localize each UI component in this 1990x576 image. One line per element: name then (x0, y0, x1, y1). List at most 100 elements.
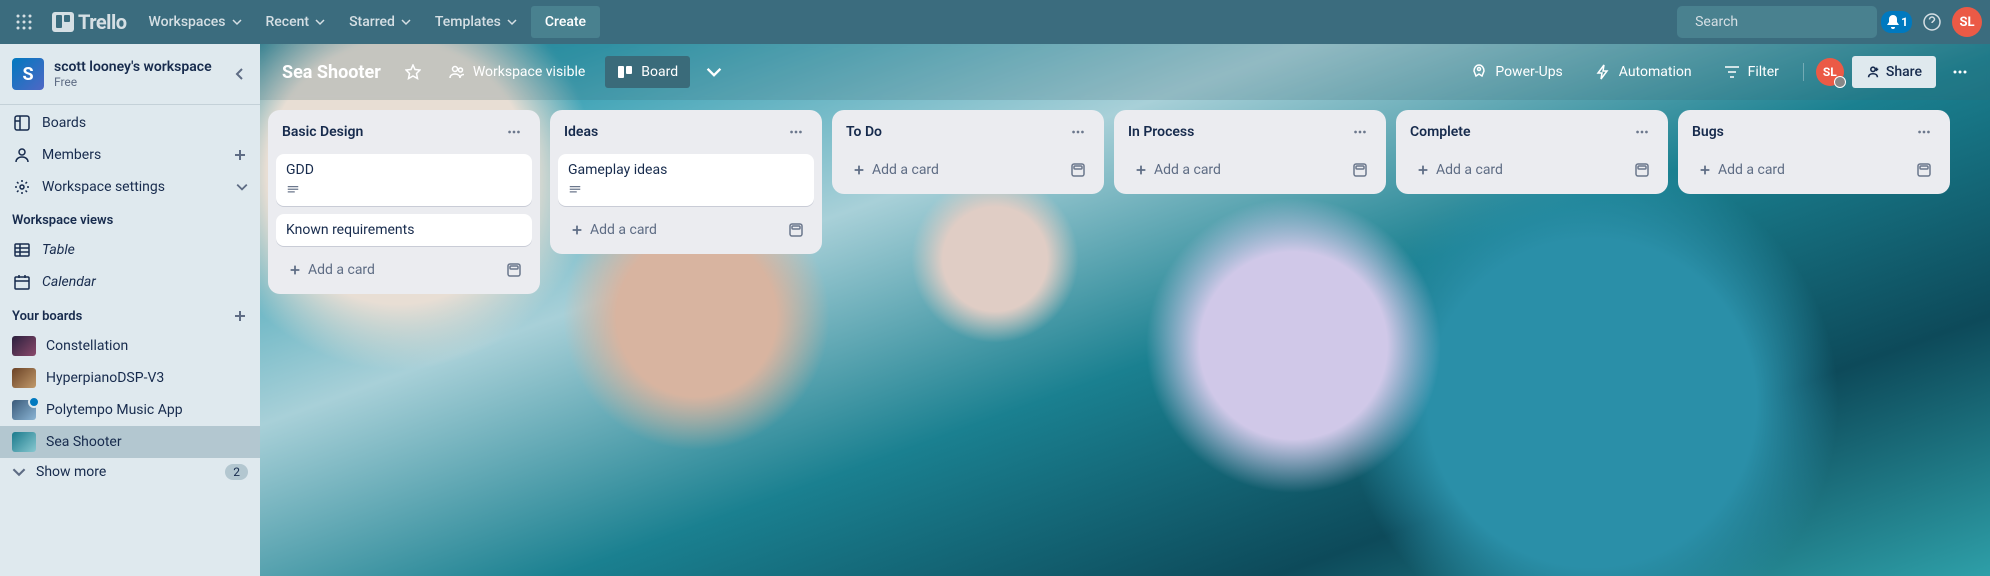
card-template-button[interactable] (1066, 158, 1090, 182)
add-board-button[interactable] (232, 308, 248, 324)
list-menu-button[interactable] (502, 120, 526, 144)
user-avatar[interactable]: SL (1952, 7, 1982, 37)
card-template-button[interactable] (1912, 158, 1936, 182)
chevron-down-icon (12, 465, 26, 479)
create-label: Create (545, 14, 586, 30)
list-title[interactable]: To Do (846, 124, 882, 140)
share-button[interactable]: Share (1852, 56, 1936, 88)
power-ups-button[interactable]: Power-Ups (1459, 56, 1574, 88)
list-menu-button[interactable] (1348, 120, 1372, 144)
sidebar-item-members[interactable]: Members (0, 139, 260, 171)
card-template-button[interactable] (1630, 158, 1654, 182)
board-menu-button[interactable] (1944, 56, 1976, 88)
nav-recent[interactable]: Recent (256, 6, 336, 38)
list-title[interactable]: Basic Design (282, 124, 363, 140)
list-menu-button[interactable] (1630, 120, 1654, 144)
sidebar-view-calendar[interactable]: Calendar (0, 266, 260, 298)
customize-views-button[interactable] (698, 56, 730, 88)
notification-button[interactable]: 1 (1881, 11, 1912, 33)
add-card-button[interactable]: Add a card (1128, 158, 1342, 182)
sidebar-board-constellation[interactable]: Constellation (0, 330, 260, 362)
list[interactable]: Complete Add a card (1396, 110, 1668, 194)
workspace-visible-button[interactable]: Workspace visible (437, 56, 597, 88)
logo-text: Trello (78, 10, 127, 34)
card[interactable]: Known requirements (276, 214, 532, 246)
search-field[interactable] (1695, 14, 1873, 30)
board-thumbnail-icon (12, 368, 36, 388)
add-card-button[interactable]: Add a card (1692, 158, 1906, 182)
nav-workspaces[interactable]: Workspaces (139, 6, 252, 38)
list[interactable]: Basic Design GDD Known requirements Add a… (268, 110, 540, 294)
add-card-button[interactable]: Add a card (564, 218, 778, 242)
plus-icon (232, 147, 248, 163)
board-name: HyperpianoDSP-V3 (46, 370, 164, 386)
list-title[interactable]: Complete (1410, 124, 1471, 140)
list[interactable]: To Do Add a card (832, 110, 1104, 194)
create-button[interactable]: Create (531, 6, 600, 38)
list-menu-button[interactable] (784, 120, 808, 144)
workspace-header[interactable]: S scott looney's workspace Free (0, 54, 260, 102)
list-menu-button[interactable] (1066, 120, 1090, 144)
list-header: To Do (840, 118, 1096, 146)
list-title[interactable]: In Process (1128, 124, 1194, 140)
member-avatar[interactable]: SL (1816, 58, 1844, 86)
button-label: Automation (1619, 64, 1692, 80)
add-member-button[interactable] (232, 147, 248, 163)
sidebar-board-hyperpiano[interactable]: HyperpianoDSP-V3 (0, 362, 260, 394)
sidebar-item-label: Members (42, 147, 101, 163)
collapse-sidebar-button[interactable] (232, 66, 248, 82)
workspace-name: scott looney's workspace (54, 59, 212, 76)
sidebar-view-table[interactable]: Table (0, 234, 260, 266)
automation-button[interactable]: Automation (1583, 56, 1704, 88)
chevron-down-icon (401, 17, 411, 27)
chevron-down-icon (315, 17, 325, 27)
list[interactable]: In Process Add a card (1114, 110, 1386, 194)
board-thumbnail-icon (12, 400, 36, 420)
add-card-button[interactable]: Add a card (1410, 158, 1624, 182)
lists-container[interactable]: Basic Design GDD Known requirements Add a… (260, 100, 1990, 576)
list-header: Basic Design (276, 118, 532, 146)
search-input[interactable] (1677, 6, 1877, 38)
list-footer: Add a card (558, 214, 814, 246)
card[interactable]: Gameplay ideas (558, 154, 814, 206)
list[interactable]: Bugs Add a card (1678, 110, 1950, 194)
nav-starred[interactable]: Starred (339, 6, 421, 38)
logo-mark-icon (52, 12, 74, 32)
card-template-button[interactable] (784, 218, 808, 242)
plus-icon (1134, 163, 1148, 177)
template-icon (1352, 162, 1368, 178)
sidebar-board-polytempo[interactable]: Polytempo Music App (0, 394, 260, 426)
board-view-button[interactable]: Board (605, 56, 690, 88)
button-label: Share (1886, 64, 1922, 80)
help-button[interactable] (1916, 6, 1948, 38)
filter-button[interactable]: Filter (1712, 56, 1791, 88)
sidebar-board-sea-shooter[interactable]: Sea Shooter (0, 426, 260, 458)
sidebar-item-settings[interactable]: Workspace settings (0, 171, 260, 203)
sidebar-item-label: Calendar (42, 274, 96, 290)
card-template-button[interactable] (502, 258, 526, 282)
card-template-button[interactable] (1348, 158, 1372, 182)
bolt-icon (1595, 64, 1611, 80)
list-title[interactable]: Bugs (1692, 124, 1724, 140)
add-card-label: Add a card (590, 222, 657, 238)
show-more-button[interactable]: Show more 2 (0, 458, 260, 486)
logo[interactable]: Trello (44, 10, 135, 34)
notification-count: 1 (1901, 15, 1908, 29)
sidebar-item-boards[interactable]: Boards (0, 107, 260, 139)
add-card-button[interactable]: Add a card (846, 158, 1060, 182)
list[interactable]: Ideas Gameplay ideas Add a card (550, 110, 822, 254)
list-title[interactable]: Ideas (564, 124, 598, 140)
description-icon (286, 184, 300, 198)
table-icon (12, 240, 32, 260)
card[interactable]: GDD (276, 154, 532, 206)
dots-icon (1070, 124, 1086, 140)
apps-grid-icon[interactable] (8, 6, 40, 38)
list-footer: Add a card (276, 254, 532, 286)
add-card-button[interactable]: Add a card (282, 258, 496, 282)
dots-icon (506, 124, 522, 140)
nav-templates[interactable]: Templates (425, 6, 527, 38)
board-title[interactable]: Sea Shooter (274, 62, 389, 83)
list-menu-button[interactable] (1912, 120, 1936, 144)
template-icon (1634, 162, 1650, 178)
star-button[interactable] (397, 56, 429, 88)
